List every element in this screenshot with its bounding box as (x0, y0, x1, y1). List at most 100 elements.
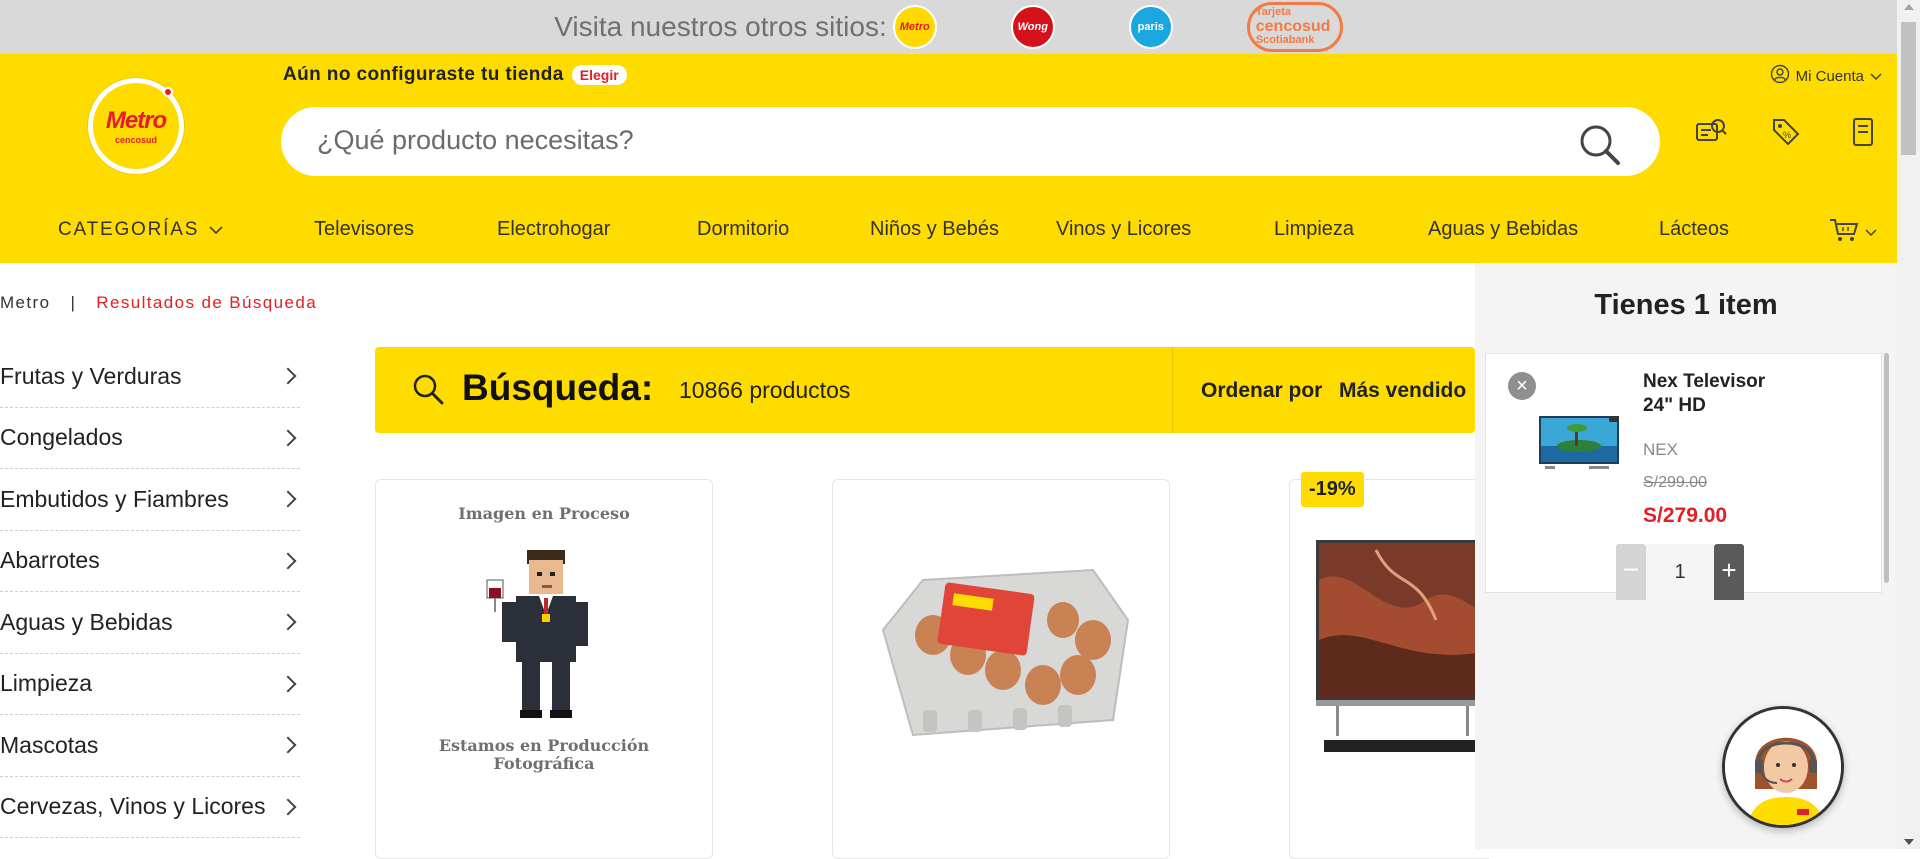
scroll-down-arrow-icon[interactable] (1904, 839, 1914, 845)
breadcrumb-separator: | (70, 293, 77, 312)
cart-item: × Nex Televisor 24" HD NEX S/299.00 S/27… (1485, 353, 1882, 600)
tv-product-image (1316, 540, 1489, 765)
remove-item-icon[interactable]: × (1508, 372, 1536, 400)
product-card[interactable]: Imagen en Proceso Estamos en Producción … (375, 479, 713, 859)
categories-label: CATEGORÍAS (58, 219, 200, 240)
store-prompt: Aún no configuraste tu tienda (283, 64, 564, 85)
nav-item-televisores[interactable]: Televisores (314, 218, 414, 241)
decrease-quantity-button[interactable]: − (1616, 544, 1646, 600)
cart-item-brand: NEX (1643, 440, 1678, 459)
sidebar-item-label: Congelados (0, 424, 123, 451)
results-title: Búsqueda: (462, 367, 654, 408)
image-placeholder-bottom-2: Fotográfica (493, 754, 595, 773)
sort-select[interactable]: Más vendido (1339, 379, 1466, 403)
paris-site-logo-text: paris (1137, 21, 1164, 33)
wong-site-link[interactable]: Wong (1010, 5, 1055, 49)
other-sites-label: Visita nuestros otros sitios: (554, 11, 887, 42)
nav-item-aguas-bebidas[interactable]: Aguas y Bebidas (1428, 218, 1578, 241)
metro-site-link[interactable]: Metro (892, 5, 937, 49)
account-menu[interactable]: Mi Cuenta (1770, 64, 1882, 88)
sidebar-item-abarrotes[interactable]: Abarrotes (0, 531, 300, 592)
discount-badge: -19% (1301, 472, 1364, 507)
sidebar-item-label: Aguas y Bebidas (0, 608, 173, 635)
sidebar-item-label: Abarrotes (0, 547, 100, 574)
breadcrumb-home[interactable]: Metro (0, 293, 50, 313)
sidebar-item-embutidos[interactable]: Embutidos y Fiambres (0, 469, 300, 531)
eggs-product-image (863, 560, 1143, 755)
sidebar-item-congelados[interactable]: Congelados (0, 408, 300, 469)
categories-menu[interactable]: CATEGORÍAS (58, 219, 223, 241)
chevron-right-icon (279, 736, 297, 754)
user-icon (1770, 64, 1790, 88)
nav-item-lacteos[interactable]: Lácteos (1659, 218, 1729, 241)
nav-item-electrohogar[interactable]: Electrohogar (497, 218, 610, 241)
paris-site-link[interactable]: paris (1128, 5, 1173, 49)
sort-label: Ordenar por (1201, 379, 1323, 402)
offers-tag-icon[interactable]: % (1770, 116, 1804, 150)
results-divider (1172, 347, 1173, 433)
card-sub-text: Scotiabank (1255, 34, 1315, 47)
product-card[interactable] (832, 479, 1170, 859)
chevron-right-icon (279, 613, 297, 631)
cart-item-old-price: S/299.00 (1643, 474, 1708, 491)
chevron-down-icon (209, 219, 223, 241)
metro-site-logo-text: Metro (899, 21, 930, 33)
cencosud-card-link[interactable]: Tarjeta cencosud Scotiabank (1246, 2, 1343, 52)
chevron-right-icon (279, 490, 297, 508)
page-scrollbar[interactable] (1897, 0, 1920, 849)
nav-item-limpieza[interactable]: Limpieza (1274, 218, 1354, 241)
search-bar (281, 107, 1660, 176)
nav-item-ninos-bebes[interactable]: Niños y Bebés (870, 218, 999, 241)
image-placeholder-top: Imagen en Proceso (458, 504, 630, 523)
sidebar-item-mascotas[interactable]: Mascotas (0, 715, 300, 777)
quantity-stepper: − 1 + (1616, 544, 1744, 600)
logo-dot (163, 87, 173, 97)
cart-item-name[interactable]: Nex Televisor 24" HD (1643, 370, 1793, 418)
nav-item-dormitorio[interactable]: Dormitorio (697, 218, 789, 241)
cart-icon (1829, 217, 1859, 248)
store-config-line: Aún no configuraste tu tienda Elegir (283, 64, 627, 86)
svg-text:%: % (1783, 130, 1791, 140)
sidebar-item-label: Frutas y Verduras (0, 362, 182, 389)
mini-cart-scrollbar[interactable] (1884, 353, 1889, 583)
scrollbar-thumb[interactable] (1901, 22, 1916, 155)
order-search-icon[interactable] (1694, 116, 1728, 150)
search-input[interactable] (317, 125, 1517, 156)
breadcrumb-current: Resultados de Búsqueda (96, 293, 318, 312)
card-pre-text: Tarjeta (1255, 6, 1292, 19)
chevron-down-icon (1865, 224, 1877, 242)
sidebar-item-frutas-verduras[interactable]: Frutas y Verduras (0, 346, 300, 408)
mini-cart-title: Tienes 1 item (1594, 289, 1778, 321)
sidebar-item-label: Limpieza (0, 670, 93, 697)
shopping-list-icon[interactable] (1846, 116, 1880, 150)
search-results-bar: Búsqueda: 10866 productos Ordenar por Má… (375, 347, 1475, 433)
chat-assistant-avatar[interactable] (1722, 706, 1844, 828)
category-sidebar: Frutas y Verduras Congelados Embutidos y… (0, 346, 300, 838)
other-sites-bar: Visita nuestros otros sitios: Metro Wong… (0, 0, 1897, 54)
cart-item-price: S/279.00 (1643, 504, 1728, 527)
site-header: Metro cencosud Aún no configuraste tu ti… (0, 54, 1897, 263)
nav-item-vinos-licores[interactable]: Vinos y Licores (1056, 218, 1191, 241)
chevron-down-icon (1870, 68, 1882, 85)
choose-store-button[interactable]: Elegir (571, 65, 627, 85)
chevron-right-icon (279, 552, 297, 570)
logo-subtext: cencosud (114, 135, 157, 145)
product-card[interactable] (1289, 479, 1489, 859)
sidebar-item-label: Cervezas, Vinos y Licores (0, 793, 266, 820)
account-label: Mi Cuenta (1795, 67, 1864, 85)
chevron-right-icon (279, 675, 297, 693)
scroll-up-arrow-icon[interactable] (1904, 4, 1914, 10)
increase-quantity-button[interactable]: + (1714, 544, 1744, 600)
sidebar-item-cervezas-vinos[interactable]: Cervezas, Vinos y Licores (0, 777, 300, 838)
sidebar-item-aguas-bebidas[interactable]: Aguas y Bebidas (0, 592, 300, 654)
sidebar-item-limpieza[interactable]: Limpieza (0, 654, 300, 715)
quantity-value[interactable]: 1 (1646, 544, 1714, 600)
header-action-icons: % (1694, 116, 1880, 150)
metro-logo[interactable]: Metro cencosud (88, 78, 184, 174)
cart-button[interactable] (1829, 217, 1877, 248)
sidebar-item-label: Embutidos y Fiambres (0, 485, 229, 512)
card-brand-text: cencosud (1255, 17, 1331, 35)
search-icon[interactable] (1578, 123, 1622, 172)
logo-text: Metro (105, 107, 167, 134)
sommelier-illustration (482, 540, 602, 725)
